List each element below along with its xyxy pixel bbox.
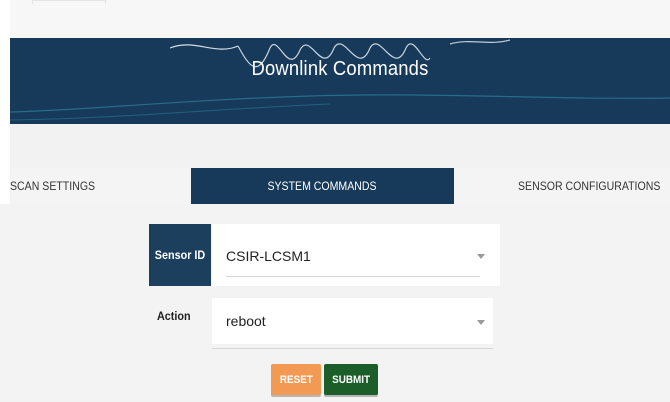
tab-bar: SCAN SETTINGS SYSTEM COMMANDS SENSOR CON… — [10, 168, 670, 204]
action-select[interactable]: reboot — [212, 298, 493, 349]
sensor-id-label-text: Sensor ID — [154, 248, 206, 262]
browser-tab-hint — [32, 0, 106, 4]
sensor-id-value: CSIR-LCSM1 — [226, 248, 311, 264]
action-value: reboot — [226, 313, 266, 329]
tab-scan-settings[interactable]: SCAN SETTINGS — [10, 168, 95, 204]
tab-sensor-configurations[interactable]: SENSOR CONFIGURATIONS — [518, 168, 660, 204]
chevron-down-icon — [477, 254, 485, 259]
page-title: Downlink Commands — [251, 58, 429, 80]
tab-system-commands-label: SYSTEM COMMANDS — [267, 179, 378, 193]
action-underline — [212, 348, 493, 349]
header-gap — [10, 124, 670, 168]
submit-button[interactable]: SUBMIT — [324, 364, 378, 395]
downlink-commands-page: Downlink Commands SCAN SETTINGS SYSTEM C… — [0, 0, 670, 402]
action-label: Action — [157, 309, 191, 323]
submit-button-label: SUBMIT — [332, 373, 370, 386]
top-strip — [10, 0, 670, 38]
sensor-id-select[interactable]: CSIR-LCSM1 — [212, 224, 500, 286]
sensor-id-underline — [226, 276, 480, 277]
banner-wave-decoration — [10, 39, 670, 121]
tab-system-commands[interactable]: SYSTEM COMMANDS — [191, 168, 454, 204]
reset-button-label: RESET — [279, 373, 313, 386]
sensor-id-label: Sensor ID — [149, 224, 211, 286]
chevron-down-icon — [477, 320, 485, 325]
header-banner: Downlink Commands — [10, 38, 670, 124]
reset-button[interactable]: RESET — [271, 364, 321, 395]
